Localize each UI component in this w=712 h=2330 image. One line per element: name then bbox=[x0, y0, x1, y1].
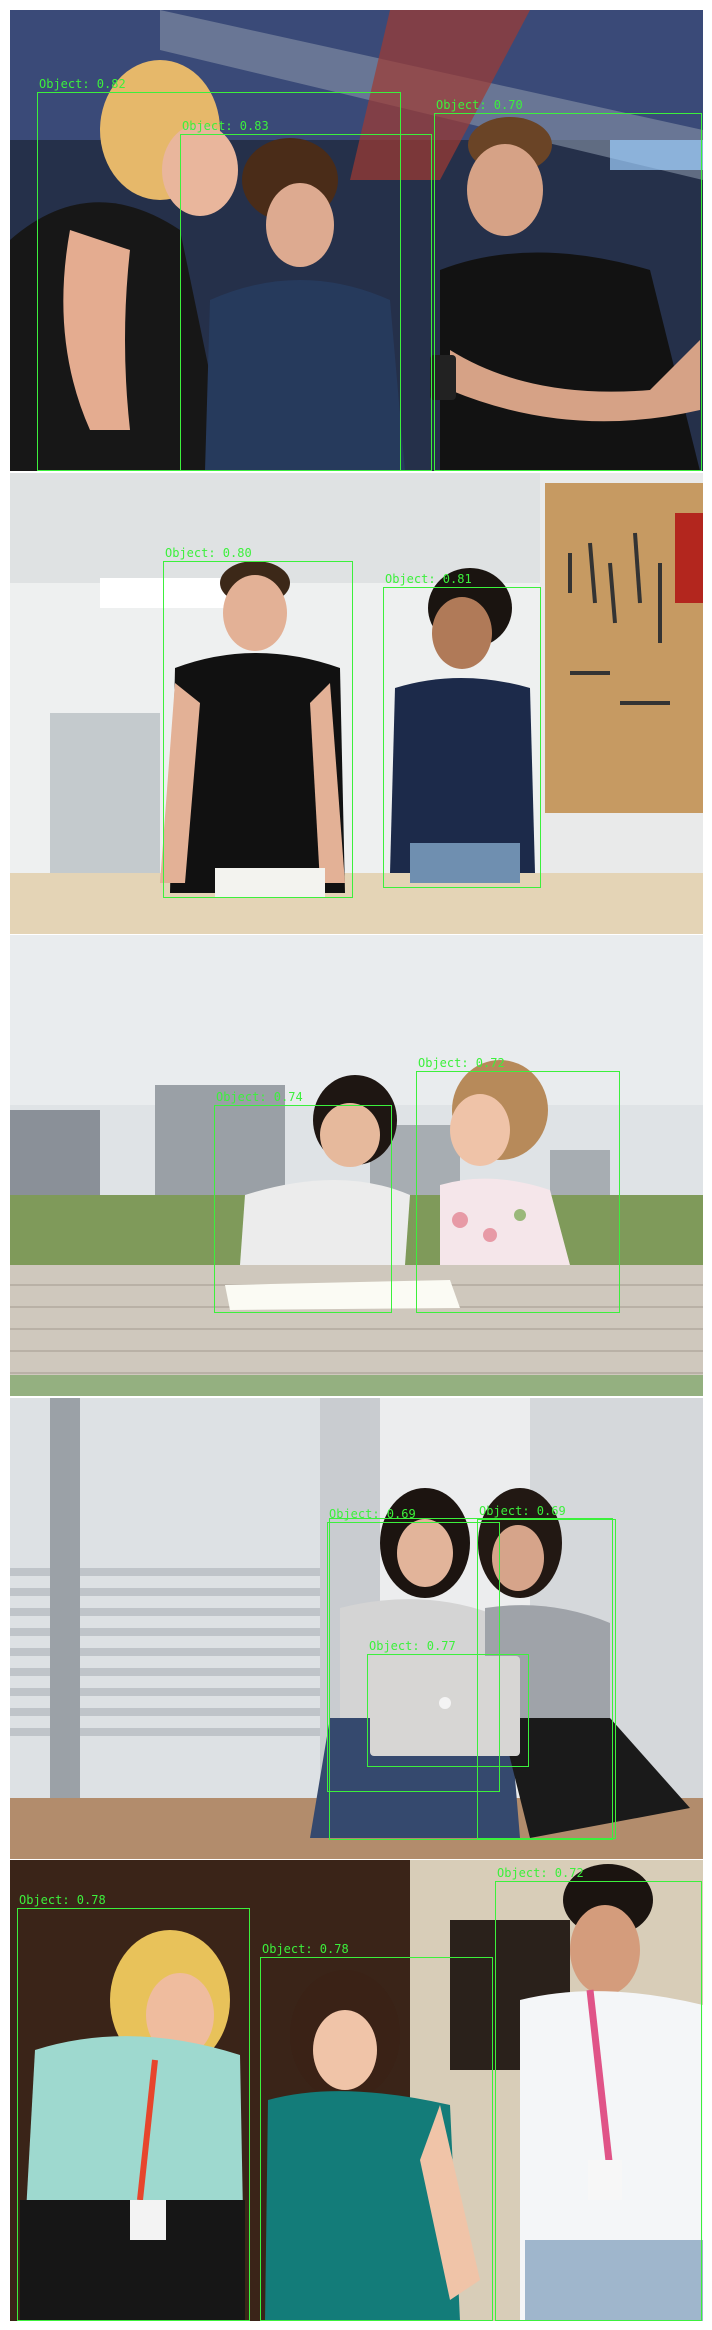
detection-label: Object: 0.78 bbox=[19, 1893, 106, 1907]
detection-label: Object: 0.74 bbox=[216, 1090, 303, 1104]
detection-label: Object: 0.78 bbox=[262, 1942, 349, 1956]
photo-panel-2: Object: 0.80 Object: 0.81 bbox=[10, 473, 703, 934]
scene-illustration-2 bbox=[10, 473, 703, 934]
detection-box: Object: 0.72 bbox=[416, 1057, 620, 1313]
detection-box: Object: 0.72 bbox=[495, 1867, 702, 2321]
detection-label: Object: 0.72 bbox=[418, 1056, 505, 1070]
detection-box: Object: 0.83 bbox=[180, 120, 432, 471]
detection-label: Object: 0.70 bbox=[436, 98, 523, 112]
detection-label: Object: 0.72 bbox=[497, 1866, 584, 1880]
detection-box: Object: 0.78 bbox=[260, 1943, 493, 2321]
photo-panel-5: Object: 0.78 Object: 0.78 Object: 0.72 bbox=[10, 1860, 703, 2321]
detection-label: Object: 0.80 bbox=[165, 546, 252, 560]
detection-box bbox=[329, 1518, 613, 1840]
detection-box: Object: 0.70 bbox=[434, 99, 702, 471]
detection-box: Object: 0.81 bbox=[383, 573, 541, 888]
detection-box: Object: 0.78 bbox=[17, 1894, 250, 2321]
detection-box: Object: 0.80 bbox=[163, 547, 353, 898]
detection-label: Object: 0.82 bbox=[39, 77, 126, 91]
photo-panel-4: Object: 0.69 Object: 0.69 Object: 0.77 bbox=[10, 1398, 703, 1859]
photo-panel-3: Object: 0.74 Object: 0.72 bbox=[10, 935, 703, 1396]
detection-label: Object: 0.83 bbox=[182, 119, 269, 133]
detection-box: Object: 0.74 bbox=[214, 1091, 392, 1313]
detection-label: Object: 0.81 bbox=[385, 572, 472, 586]
detection-label: Object: 0.69 bbox=[479, 1504, 566, 1518]
photo-panel-1: Object: 0.82 Object: 0.83 Object: 0.70 bbox=[10, 10, 703, 471]
